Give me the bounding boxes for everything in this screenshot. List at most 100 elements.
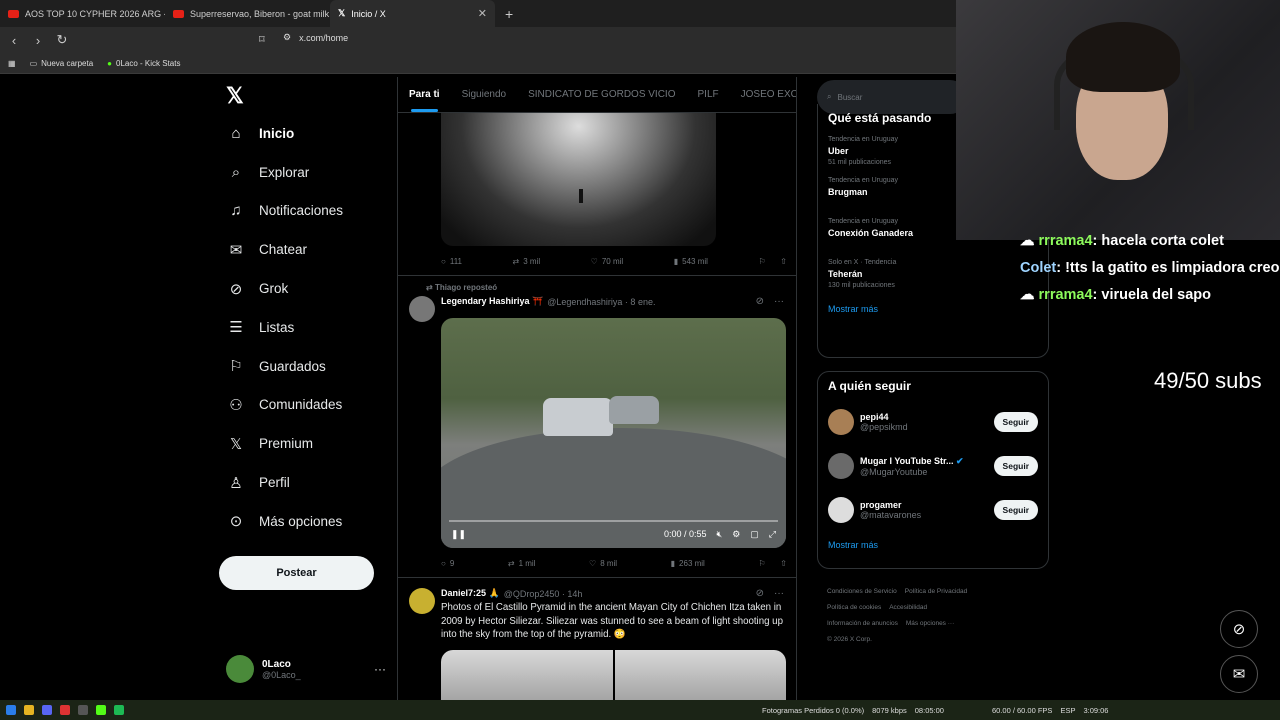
nav-home[interactable]: ⌂ Inicio bbox=[219, 114, 389, 153]
reply-icon: ○ bbox=[441, 257, 446, 266]
trend-item[interactable]: Solo en X · Tendencia Teherán 130 mil publ… bbox=[818, 255, 1048, 296]
repost-button[interactable]: ⇄ 1 mil bbox=[508, 559, 536, 568]
nav-profile[interactable]: ♙ Perfil bbox=[219, 463, 389, 502]
author-handle[interactable]: @QDrop2450 · 14h bbox=[504, 589, 583, 599]
follow-suggestion[interactable]: progamer @matavarones Seguir bbox=[818, 488, 1048, 532]
avatar[interactable] bbox=[409, 588, 435, 614]
browser-tab-active[interactable]: 𝕏 Inicio / X ✕ bbox=[330, 0, 495, 27]
more-icon[interactable]: ··· bbox=[774, 296, 784, 307]
tab-list[interactable]: JOSEO EXCLUSI bbox=[741, 89, 796, 100]
apps-icon[interactable]: ▦ bbox=[8, 59, 16, 68]
reply-button[interactable]: ○ 111 bbox=[441, 257, 462, 266]
tab-for-you[interactable]: Para ti bbox=[409, 89, 440, 112]
taskbar: Fotogramas Perdidos 0 (0.0%) 8079 kbps 0… bbox=[0, 700, 1280, 720]
hair bbox=[1066, 22, 1180, 92]
site-info-icon[interactable]: ⚙ bbox=[283, 32, 291, 43]
repost-button[interactable]: ⇄ 3 mil bbox=[513, 257, 541, 266]
tweet-header: Legendary Hashiriya ⛩️ @Legendhashiriya … bbox=[441, 296, 655, 307]
x-logo-icon[interactable]: 𝕏 bbox=[226, 78, 389, 114]
avatar[interactable] bbox=[409, 296, 435, 322]
account-switcher[interactable]: 0Laco @0Laco_ ··· bbox=[226, 655, 386, 683]
kick-icon[interactable] bbox=[96, 705, 106, 715]
nav-more[interactable]: ⊙ Más opciones bbox=[219, 502, 389, 541]
dropped-frames: Fotogramas Perdidos 0 (0.0%) bbox=[762, 705, 865, 715]
close-icon[interactable]: ✕ bbox=[478, 7, 487, 20]
language[interactable]: ESP bbox=[1060, 706, 1075, 715]
address-bar[interactable]: ⚙ x.com/home bbox=[283, 32, 348, 43]
bookmarks-bar: ▦ ▭ Nueva carpeta ● 0Laco - Kick Stats bbox=[0, 53, 956, 74]
like-button[interactable]: ♡ 70 mil bbox=[591, 257, 624, 266]
follow-button[interactable]: Seguir bbox=[993, 412, 1038, 432]
video-controls: ❚❚ 0:00 / 0:55 🔇︎ ⚙ ▢ ⤢ bbox=[441, 520, 786, 548]
share-icon[interactable]: ⇧ bbox=[780, 559, 787, 568]
more-circle-icon: ⊙ bbox=[229, 513, 243, 531]
avatar bbox=[828, 497, 854, 523]
nav-chat[interactable]: ✉ Chatear bbox=[219, 230, 389, 269]
fullscreen-icon[interactable]: ⤢ bbox=[769, 529, 776, 540]
tweet-image[interactable] bbox=[441, 113, 716, 246]
browser-tab[interactable]: Superreservao, Biberon - goat milk bbox=[165, 0, 330, 27]
chat-badge-icon: ☁ bbox=[1020, 233, 1039, 249]
nav-premium[interactable]: 𝕏 Premium bbox=[219, 424, 389, 463]
browser-tab[interactable]: AOS TOP 10 CYPHER 2026 ARG - You bbox=[0, 0, 165, 27]
show-more-link[interactable]: Mostrar más bbox=[818, 532, 1048, 558]
nav-notifications[interactable]: ♫ Notificaciones bbox=[219, 192, 389, 231]
new-tab-button[interactable]: + bbox=[495, 6, 523, 22]
webcam-overlay bbox=[956, 0, 1280, 240]
back-icon[interactable]: ‹ bbox=[4, 33, 24, 48]
tab-list[interactable]: PILF bbox=[698, 89, 719, 100]
nav-explore[interactable]: ⌕ Explorar bbox=[219, 153, 389, 192]
tab-list[interactable]: SINDICATO DE GORDOS VICIO bbox=[528, 89, 675, 100]
x-icon: 𝕏 bbox=[338, 8, 346, 18]
pip-icon[interactable]: ▢ bbox=[750, 529, 759, 540]
follow-suggestion[interactable]: Mugar I YouTube Str... ✔ @MugarYoutube Seg… bbox=[818, 444, 1048, 488]
browser-icon[interactable] bbox=[60, 705, 70, 715]
views-button[interactable]: ▮ 543 mil bbox=[674, 257, 708, 266]
author-handle[interactable]: @Legendhashiriya · 8 ene. bbox=[547, 297, 655, 307]
avatar bbox=[828, 453, 854, 479]
repost-indicator: ⇄ Thiago reposteó bbox=[426, 283, 498, 292]
bookmark-icon[interactable]: ⚐ bbox=[758, 257, 765, 266]
more-icon[interactable]: ··· bbox=[374, 662, 386, 676]
spotify-icon[interactable] bbox=[114, 705, 124, 715]
messages-float-button[interactable]: ✉ bbox=[1220, 655, 1258, 693]
post-button[interactable]: Postear bbox=[219, 556, 374, 590]
settings-icon[interactable]: ⚙ bbox=[732, 529, 740, 540]
nav-lists[interactable]: ☰ Listas bbox=[219, 308, 389, 347]
follow-button[interactable]: Seguir bbox=[993, 456, 1038, 476]
like-button[interactable]: ♡ 8 mil bbox=[589, 559, 617, 568]
list-icon: ☰ bbox=[229, 319, 243, 337]
grok-icon[interactable]: ⊘ bbox=[756, 588, 764, 599]
pause-icon[interactable]: ❚❚ bbox=[451, 529, 466, 540]
follow-button[interactable]: Seguir bbox=[993, 500, 1038, 520]
author-name[interactable]: Legendary Hashiriya ⛩️ bbox=[441, 296, 543, 307]
views-button[interactable]: ▮ 263 mil bbox=[671, 559, 705, 568]
show-more-link[interactable]: Mostrar más bbox=[818, 296, 1048, 322]
reload-icon[interactable]: ↻ bbox=[52, 32, 72, 48]
video-progress[interactable] bbox=[449, 520, 778, 522]
clock[interactable]: 3:09:06 bbox=[1083, 706, 1108, 715]
nav-grok[interactable]: ⊘ Grok bbox=[219, 269, 389, 308]
reply-button[interactable]: ○ 9 bbox=[441, 559, 454, 568]
discord-icon[interactable] bbox=[42, 705, 52, 715]
grok-icon[interactable]: ⊘ bbox=[756, 296, 764, 307]
bookmark-folder[interactable]: ▭ Nueva carpeta bbox=[30, 59, 94, 68]
obs-icon[interactable] bbox=[78, 705, 88, 715]
grok-float-button[interactable]: ⊘ bbox=[1220, 610, 1258, 648]
bookmark-item[interactable]: ● 0Laco - Kick Stats bbox=[107, 59, 180, 68]
tab-following[interactable]: Siguiendo bbox=[462, 89, 506, 100]
windows-icon[interactable] bbox=[6, 705, 16, 715]
bookmark-icon[interactable]: ⌑ bbox=[259, 33, 265, 46]
explorer-icon[interactable] bbox=[24, 705, 34, 715]
nav-bookmarks[interactable]: ⚐ Guardados bbox=[219, 347, 389, 386]
nav-communities[interactable]: ⚇ Comunidades bbox=[219, 386, 389, 425]
bookmark-icon[interactable]: ⚐ bbox=[758, 559, 765, 568]
video-player[interactable]: ❚❚ 0:00 / 0:55 🔇︎ ⚙ ▢ ⤢ bbox=[441, 318, 786, 548]
follow-suggestion[interactable]: pepi44 @pepsikmd Seguir bbox=[818, 400, 1048, 444]
share-icon[interactable]: ⇧ bbox=[780, 257, 787, 266]
mute-icon[interactable]: 🔇︎ bbox=[717, 529, 723, 540]
more-icon[interactable]: ··· bbox=[774, 588, 784, 599]
author-name[interactable]: Daniel7:25 🙏 bbox=[441, 588, 500, 599]
forward-icon[interactable]: › bbox=[28, 33, 48, 48]
verified-icon: ✔ bbox=[956, 455, 964, 466]
